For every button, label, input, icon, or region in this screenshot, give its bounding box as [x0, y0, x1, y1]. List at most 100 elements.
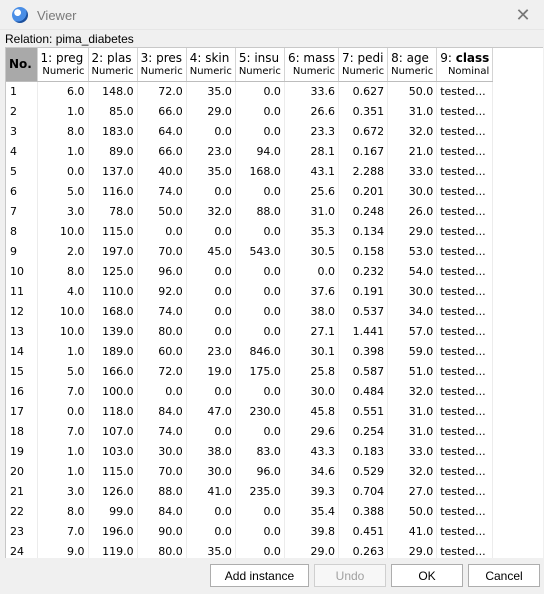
table-cell[interactable]: 80.0 — [137, 321, 187, 341]
table-cell[interactable]: 99.0 — [88, 501, 138, 521]
table-cell[interactable]: 100.0 — [88, 381, 138, 401]
table-cell[interactable]: 0.0 — [235, 521, 285, 541]
column-header[interactable]: 1: preg Numeric — [37, 48, 89, 82]
table-cell[interactable]: 30.0 — [137, 441, 187, 461]
table-cell[interactable]: 116.0 — [88, 181, 138, 201]
table-cell[interactable]: 118.0 — [88, 401, 138, 421]
column-header[interactable]: 5: insu Numeric — [235, 48, 285, 82]
table-cell[interactable]: 0.0 — [235, 541, 285, 558]
table-cell[interactable]: tested... — [436, 421, 494, 441]
table-cell[interactable]: 94.0 — [235, 141, 285, 161]
table-cell[interactable]: 0.0 — [284, 261, 339, 281]
cancel-button[interactable]: Cancel — [468, 564, 540, 587]
table-cell[interactable]: 33.0 — [387, 441, 438, 461]
table-cell[interactable]: 26.0 — [387, 201, 438, 221]
table-cell[interactable]: 0.451 — [338, 521, 389, 541]
table-cell[interactable]: tested... — [436, 241, 494, 261]
table-cell[interactable]: 7.0 — [37, 521, 89, 541]
table-cell[interactable]: 166.0 — [88, 361, 138, 381]
table-cell[interactable]: 168.0 — [235, 161, 285, 181]
table-cell[interactable]: 235.0 — [235, 481, 285, 501]
column-header[interactable]: 4: skin Numeric — [186, 48, 236, 82]
table-row[interactable]: 1 6.0 148.0 72.0 35.0 0.0 33.6 0.627 50.0 tested.… — [6, 81, 494, 101]
table-row[interactable]: 13 10.0 139.0 80.0 0.0 0.0 27.1 1.441 57.0 tested… — [6, 321, 494, 341]
table-cell[interactable]: 2.288 — [338, 161, 389, 181]
table-cell[interactable]: 9.0 — [37, 541, 89, 558]
add-instance-button[interactable]: Add instance — [210, 564, 309, 587]
table-cell[interactable]: 1.0 — [37, 441, 89, 461]
table-cell[interactable]: 4.0 — [37, 281, 89, 301]
table-cell[interactable]: 0.351 — [338, 101, 389, 121]
table-cell[interactable]: tested... — [436, 521, 494, 541]
table-cell[interactable]: 28.1 — [284, 141, 339, 161]
table-cell[interactable]: tested... — [436, 121, 494, 141]
table-cell[interactable]: 35.0 — [186, 81, 236, 101]
column-header-no[interactable]: No. — [6, 48, 38, 82]
table-cell[interactable]: 0.0 — [235, 421, 285, 441]
table-cell[interactable]: tested... — [436, 101, 494, 121]
table-cell[interactable]: 1.0 — [37, 341, 89, 361]
table-cell[interactable]: 41.0 — [387, 521, 438, 541]
table-cell[interactable]: 34.6 — [284, 461, 339, 481]
table-row[interactable]: 6 5.0 116.0 74.0 0.0 0.0 25.6 0.201 30.0 tested..… — [6, 181, 494, 201]
table-cell[interactable]: 8.0 — [37, 121, 89, 141]
table-cell[interactable]: tested... — [436, 541, 494, 558]
table-cell[interactable]: 35.4 — [284, 501, 339, 521]
table-cell[interactable]: 83.0 — [235, 441, 285, 461]
column-header[interactable]: 6: mass Numeric — [284, 48, 339, 82]
table-cell[interactable]: 0.263 — [338, 541, 389, 558]
table-cell[interactable]: 126.0 — [88, 481, 138, 501]
table-cell[interactable]: 30.0 — [387, 181, 438, 201]
table-cell[interactable]: 27.1 — [284, 321, 339, 341]
table-cell[interactable]: 32.0 — [186, 201, 236, 221]
table-cell[interactable]: 96.0 — [235, 461, 285, 481]
table-cell[interactable]: 21.0 — [387, 141, 438, 161]
table-cell[interactable]: 0.0 — [235, 81, 285, 101]
table-cell[interactable]: 74.0 — [137, 301, 187, 321]
table-cell[interactable]: tested... — [436, 341, 494, 361]
table-cell[interactable]: 137.0 — [88, 161, 138, 181]
table-cell[interactable]: 0.0 — [186, 501, 236, 521]
table-cell[interactable]: 31.0 — [387, 101, 438, 121]
table-cell[interactable]: 1.441 — [338, 321, 389, 341]
table-cell[interactable]: 3.0 — [37, 201, 89, 221]
table-cell[interactable]: 0.0 — [235, 121, 285, 141]
table-cell[interactable]: 115.0 — [88, 461, 138, 481]
table-cell[interactable]: 0.201 — [338, 181, 389, 201]
table-cell[interactable]: tested... — [436, 301, 494, 321]
table-cell[interactable]: 0.0 — [235, 321, 285, 341]
table-row[interactable]: 16 7.0 100.0 0.0 0.0 0.0 30.0 0.484 32.0 tested..… — [6, 381, 494, 401]
table-cell[interactable]: 139.0 — [88, 321, 138, 341]
table-cell[interactable]: 30.0 — [186, 461, 236, 481]
table-cell[interactable]: 29.0 — [186, 101, 236, 121]
table-cell[interactable]: tested... — [436, 361, 494, 381]
table-cell[interactable]: 23.0 — [186, 341, 236, 361]
table-cell[interactable]: tested... — [436, 501, 494, 521]
table-cell[interactable]: 27.0 — [387, 481, 438, 501]
table-cell[interactable]: 0.191 — [338, 281, 389, 301]
table-cell[interactable]: 38.0 — [284, 301, 339, 321]
table-cell[interactable]: 43.3 — [284, 441, 339, 461]
table-cell[interactable]: 107.0 — [88, 421, 138, 441]
table-cell[interactable]: 10.0 — [37, 321, 89, 341]
table-cell[interactable]: 10.0 — [37, 301, 89, 321]
table-cell[interactable]: 70.0 — [137, 241, 187, 261]
table-cell[interactable]: 59.0 — [387, 341, 438, 361]
table-cell[interactable]: 0.134 — [338, 221, 389, 241]
table-cell[interactable]: 29.0 — [387, 221, 438, 241]
table-cell[interactable]: 30.0 — [284, 381, 339, 401]
table-row[interactable]: 20 1.0 115.0 70.0 30.0 96.0 34.6 0.529 32.0 teste… — [6, 461, 494, 481]
table-cell[interactable]: 30.5 — [284, 241, 339, 261]
table-cell[interactable]: 90.0 — [137, 521, 187, 541]
table-cell[interactable]: 0.167 — [338, 141, 389, 161]
ok-button[interactable]: OK — [391, 564, 463, 587]
table-cell[interactable]: 50.0 — [387, 501, 438, 521]
table-cell[interactable]: 0.158 — [338, 241, 389, 261]
table-cell[interactable]: 60.0 — [137, 341, 187, 361]
table-cell[interactable]: 0.484 — [338, 381, 389, 401]
table-cell[interactable]: 0.0 — [235, 501, 285, 521]
table-row[interactable]: 8 10.0 115.0 0.0 0.0 0.0 35.3 0.134 29.0 tested..… — [6, 221, 494, 241]
table-cell[interactable]: 40.0 — [137, 161, 187, 181]
table-cell[interactable]: 39.8 — [284, 521, 339, 541]
table-cell[interactable]: 51.0 — [387, 361, 438, 381]
